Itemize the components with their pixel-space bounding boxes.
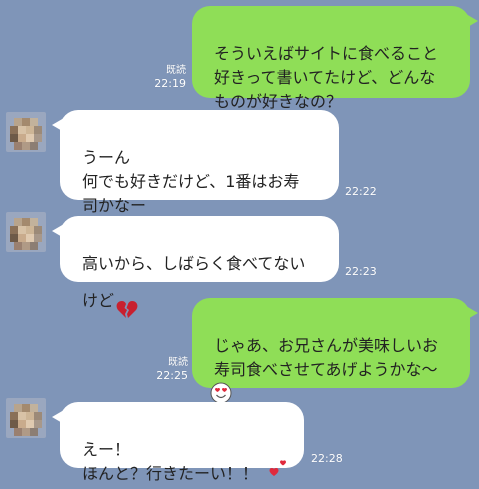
message-time: 22:25 (156, 369, 188, 382)
message-meta: 既読 22:19 (148, 64, 186, 90)
message-bubble-outgoing[interactable]: じゃあ、お兄さんが美味しいお 寿司食べさせてあげようかな〜 (192, 298, 478, 404)
two-hearts-icon (266, 434, 290, 489)
broken-heart-icon (116, 276, 138, 327)
message-bubble-incoming[interactable]: えー！ ほんと？行きたーい！！ (52, 402, 304, 483)
read-receipt: 既読 (166, 65, 186, 76)
read-receipt: 既読 (168, 357, 188, 368)
avatar[interactable] (6, 112, 46, 152)
message-bubble-incoming[interactable]: うーん 何でも好きだけど、1番はお寿 司かなー (52, 110, 339, 215)
message-time: 22:28 (311, 452, 343, 465)
message-text: うーん 何でも好きだけど、1番はお寿 司かなー (82, 148, 300, 215)
avatar[interactable] (6, 398, 46, 438)
message-time: 22:19 (154, 77, 186, 90)
message-time: 22:23 (345, 265, 377, 278)
message-bubble-outgoing[interactable]: そういえばサイトに食べること 好きって書いてたけど、どんな ものが好きなの？ (192, 6, 478, 111)
message-time: 22:22 (345, 185, 377, 198)
message-text: そういえばサイトに食べること 好きって書いてたけど、どんな ものが好きなの？ (214, 44, 439, 111)
message-text: えー！ ほんと？行きたーい！！ (82, 440, 259, 483)
message-text: じゃあ、お兄さんが美味しいお 寿司食べさせてあげようかな〜 (214, 336, 439, 379)
avatar[interactable] (6, 212, 46, 252)
message-meta: 既読 22:25 (150, 356, 188, 382)
message-bubble-incoming[interactable]: 高いから、しばらく食べてない けど (52, 216, 339, 318)
